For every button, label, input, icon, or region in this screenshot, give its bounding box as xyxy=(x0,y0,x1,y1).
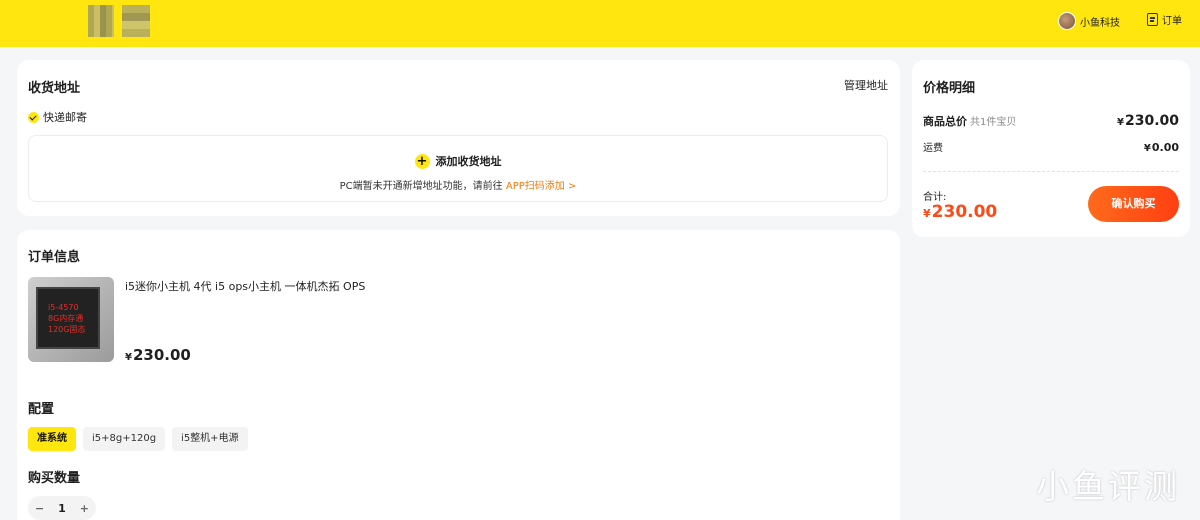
user-menu[interactable]: 小鱼科技 xyxy=(1058,12,1120,30)
thumb-line-2: 8G内存通 xyxy=(48,314,84,323)
address-card: 收货地址 管理地址 快递邮寄 + 添加收货地址 PC端暂未开通新增地址功能，请前… xyxy=(17,60,900,216)
config-option[interactable]: 准系统 xyxy=(28,427,76,451)
thumb-line-1: i5-4570 xyxy=(48,303,79,312)
orders-link[interactable]: 订单 xyxy=(1147,12,1182,27)
total-amount: 230.00 xyxy=(931,202,998,222)
check-icon xyxy=(28,111,39,123)
order-title: 订单信息 xyxy=(28,250,81,265)
username[interactable]: 小鱼科技 xyxy=(1080,14,1120,29)
add-address-row[interactable]: + 添加收货地址 xyxy=(29,153,887,169)
currency-symbol: ¥ xyxy=(1117,117,1124,128)
product-thumbnail[interactable]: i5-4570 8G内存通 120G固态 xyxy=(28,277,114,362)
app-scan-link[interactable]: APP扫码添加 > xyxy=(506,181,576,192)
currency-symbol: ¥ xyxy=(125,352,132,363)
top-bar: 小鱼科技 订单 xyxy=(0,0,1200,47)
shipping-row: 运费 ¥0.00 xyxy=(923,139,1179,154)
avatar[interactable] xyxy=(1058,12,1076,30)
goods-total-value: ¥230.00 xyxy=(1117,113,1179,129)
goods-total-label-group: 商品总价 共1件宝贝 xyxy=(923,113,1016,129)
goods-total-amount: 230.00 xyxy=(1124,113,1179,129)
goods-total-row: 商品总价 共1件宝贝 ¥230.00 xyxy=(923,113,1179,129)
divider xyxy=(923,171,1179,172)
price-detail-card: 价格明细 商品总价 共1件宝贝 ¥230.00 运费 ¥0.00 合计: ¥230… xyxy=(912,60,1190,237)
shipping-value: ¥0.00 xyxy=(1144,141,1179,154)
config-option[interactable]: i5+8g+120g xyxy=(83,427,166,451)
quantity-value[interactable]: 1 xyxy=(58,502,66,515)
total-label: 合计: xyxy=(923,192,947,203)
plus-button[interactable]: + xyxy=(80,502,89,515)
add-address-box[interactable]: + 添加收货地址 PC端暂未开通新增地址功能，请前往 APP扫码添加 > xyxy=(28,135,888,202)
add-address-label: 添加收货地址 xyxy=(435,155,502,168)
orders-label[interactable]: 订单 xyxy=(1162,12,1182,27)
quantity-stepper[interactable]: − 1 + xyxy=(28,496,96,520)
thumb-line-3: 120G固态 xyxy=(48,325,86,334)
shipping-amount: 0.00 xyxy=(1151,141,1179,154)
config-options: 准系统 i5+8g+120g i5整机+电源 xyxy=(28,427,248,451)
order-doc-icon xyxy=(1147,13,1158,26)
price-detail-title: 价格明细 xyxy=(923,81,976,96)
total-value: ¥230.00 xyxy=(923,202,997,222)
address-title: 收货地址 xyxy=(28,81,81,96)
manage-address-link[interactable]: 管理地址 xyxy=(844,77,888,93)
minus-button[interactable]: − xyxy=(35,502,44,515)
currency-symbol: ¥ xyxy=(923,207,931,220)
goods-count: 共1件宝贝 xyxy=(970,117,1017,128)
goods-total-label: 商品总价 xyxy=(923,115,967,128)
product-title[interactable]: i5迷你小主机 4代 i5 ops小主机 一体机杰拓 OPS xyxy=(125,278,365,294)
logo-mosaic[interactable] xyxy=(88,5,114,37)
hint-text: PC端暂未开通新增地址功能，请前往 xyxy=(339,181,503,192)
order-card: 订单信息 i5-4570 8G内存通 120G固态 i5迷你小主机 4代 i5 … xyxy=(17,230,900,520)
currency-symbol: ¥ xyxy=(1143,143,1151,154)
quantity-title: 购买数量 xyxy=(28,471,81,486)
watermark-text: 小鱼评测 xyxy=(1036,467,1180,506)
delivery-method-label: 快递邮寄 xyxy=(43,111,87,124)
product-price: ¥230.00 xyxy=(125,346,191,364)
confirm-purchase-button[interactable]: 确认购买 xyxy=(1088,186,1179,222)
delivery-method-option[interactable]: 快递邮寄 xyxy=(28,109,87,125)
logo-mosaic-2[interactable] xyxy=(122,5,150,37)
config-title: 配置 xyxy=(28,402,55,417)
product-price-value: 230.00 xyxy=(132,346,191,364)
add-address-hint: PC端暂未开通新增地址功能，请前往 APP扫码添加 > xyxy=(29,177,887,192)
shipping-label: 运费 xyxy=(923,143,943,154)
config-option[interactable]: i5整机+电源 xyxy=(172,427,248,451)
plus-icon: + xyxy=(414,153,430,169)
